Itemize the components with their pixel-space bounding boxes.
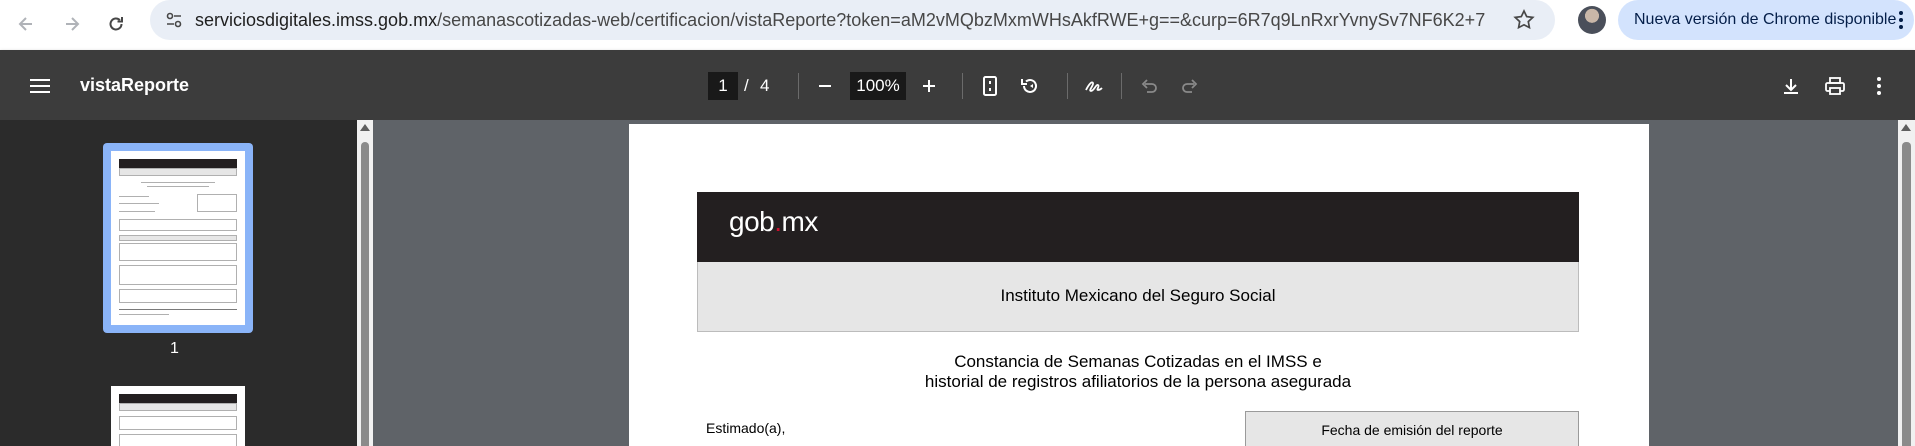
report-date-box: Fecha de emisión del reporte <box>1245 411 1579 446</box>
document-subtitle-line-2: historial de registros afiliatorios de l… <box>924 372 1352 391</box>
zoom-out-icon <box>819 85 831 87</box>
chrome-update-button[interactable]: Nueva versión de Chrome disponible <box>1618 0 1914 40</box>
toolbar-divider <box>962 73 963 99</box>
thumb-box <box>119 416 237 430</box>
toolbar-divider <box>1067 73 1068 99</box>
thumb-box <box>119 434 237 446</box>
thumb-box <box>197 194 237 212</box>
back-button[interactable] <box>8 6 44 42</box>
reload-icon <box>109 17 123 31</box>
thumbnail-page-2[interactable] <box>111 386 245 446</box>
annotate-button[interactable] <box>1081 73 1107 99</box>
toolbar-divider <box>1121 73 1122 99</box>
fit-page-icon <box>983 76 997 96</box>
page-number-input[interactable]: 1 <box>708 72 738 100</box>
pdf-toolbar: vistaReporte 1 / 4 100% <box>0 50 1915 120</box>
institution-name: Instituto Mexicano del Seguro Social <box>1000 286 1276 305</box>
redo-button[interactable] <box>1177 73 1203 99</box>
download-button[interactable] <box>1778 73 1804 99</box>
more-options-icon <box>1877 77 1881 95</box>
thumb-line <box>119 211 155 212</box>
zoom-input[interactable]: 100% <box>850 72 906 100</box>
institution-band: Instituto Mexicano del Seguro Social <box>697 262 1579 332</box>
scroll-up-arrow-icon[interactable] <box>360 124 370 131</box>
scroll-up-arrow-icon[interactable] <box>1901 124 1911 131</box>
thumb-header-bar <box>119 159 237 168</box>
page-separator: / <box>744 76 749 95</box>
url-path: /semanascotizadas-web/certificacion/vist… <box>437 10 1485 30</box>
print-icon <box>1825 77 1845 95</box>
thumbnail-page-1[interactable] <box>111 151 245 325</box>
browser-topbar: serviciosdigitales.imss.gob.mx/semanasco… <box>0 0 1915 50</box>
reload-button[interactable] <box>98 6 134 42</box>
document-scrollbar-thumb[interactable] <box>1902 142 1911 446</box>
download-icon <box>1784 79 1798 94</box>
document-title: vistaReporte <box>80 75 190 95</box>
logo-gob: gob <box>729 206 775 237</box>
address-bar[interactable]: serviciosdigitales.imss.gob.mx/semanasco… <box>150 0 1555 40</box>
print-button[interactable] <box>1822 73 1848 99</box>
sidebar-scrollbar[interactable] <box>357 120 373 446</box>
site-info-icon[interactable] <box>164 10 184 30</box>
annotate-icon <box>1085 81 1103 92</box>
document-scrollbar[interactable] <box>1898 120 1915 446</box>
thumb-band <box>119 403 237 411</box>
thumb-line <box>119 203 159 204</box>
thumbnail-1-label: 1 <box>170 340 179 357</box>
url-text[interactable]: serviciosdigitales.imss.gob.mx/semanasco… <box>195 10 1485 31</box>
document-viewer: gob.mx Instituto Mexicano del Seguro Soc… <box>373 120 1898 446</box>
back-arrow-icon <box>18 17 32 31</box>
thumb-box <box>119 289 237 303</box>
logo-mx: mx <box>781 206 819 237</box>
rotate-icon <box>1021 78 1037 93</box>
thumb-line <box>119 196 149 197</box>
undo-icon <box>1141 79 1157 93</box>
more-options-button[interactable] <box>1866 73 1892 99</box>
hamburger-menu-icon[interactable] <box>24 73 56 99</box>
thumb-band <box>119 235 237 241</box>
rotate-button[interactable] <box>1017 73 1043 99</box>
thumb-header-bar <box>119 394 237 403</box>
document-subtitle-line-1: Constancia de Semanas Cotizadas en el IM… <box>954 352 1322 371</box>
redo-icon <box>1182 79 1198 93</box>
profile-avatar[interactable] <box>1578 6 1606 34</box>
undo-button[interactable] <box>1136 73 1162 99</box>
logo-dot: . <box>774 206 782 237</box>
forward-button[interactable] <box>54 6 90 42</box>
gob-mx-logo: gob.mx <box>729 206 818 238</box>
sidebar-scrollbar-thumb[interactable] <box>361 142 369 446</box>
kebab-menu-icon[interactable] <box>1898 8 1904 32</box>
greeting-text: Estimado(a), <box>706 420 786 436</box>
thumb-box <box>119 265 237 285</box>
thumb-line <box>141 182 215 183</box>
thumb-box <box>119 219 237 231</box>
forward-arrow-icon <box>66 17 80 31</box>
toolbar-divider <box>798 73 799 99</box>
star-icon[interactable] <box>1512 8 1536 32</box>
fit-page-button[interactable] <box>977 73 1003 99</box>
report-date-label: Fecha de emisión del reporte <box>1321 422 1503 438</box>
zoom-in-button[interactable] <box>916 73 942 99</box>
update-label: Nueva versión de Chrome disponible <box>1634 11 1897 28</box>
thumbnail-sidebar: 1 <box>0 120 357 446</box>
pdf-page: gob.mx Instituto Mexicano del Seguro Soc… <box>629 124 1649 446</box>
thumb-line <box>119 314 169 315</box>
zoom-out-button[interactable] <box>812 73 838 99</box>
total-pages: 4 <box>760 76 770 95</box>
thumb-band <box>119 168 237 176</box>
url-host: serviciosdigitales.imss.gob.mx <box>195 10 438 30</box>
thumb-box <box>119 243 237 261</box>
thumb-line <box>147 186 209 187</box>
zoom-in-icon <box>923 80 935 92</box>
gob-header-banner: gob.mx <box>697 192 1579 262</box>
thumb-line <box>119 309 237 310</box>
